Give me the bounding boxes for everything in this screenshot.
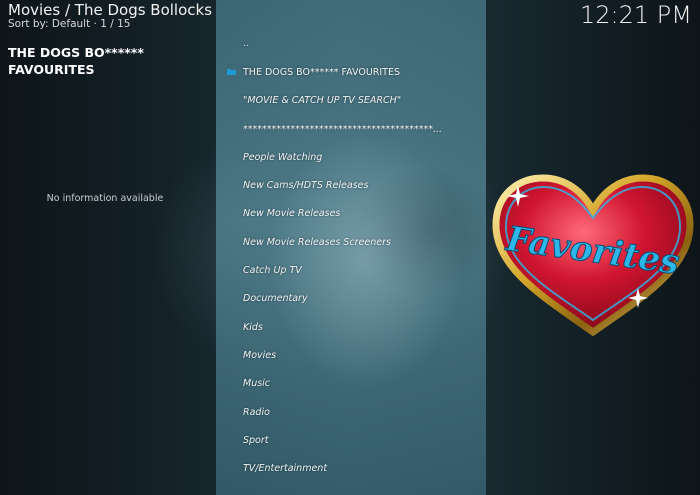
selected-item-title-line1: THE DOGS BO****** bbox=[8, 45, 144, 60]
favorites-heart-artwork: Favorites bbox=[492, 174, 694, 337]
list-item-label: THE DOGS BO****** FAVOURITES bbox=[243, 66, 401, 78]
list-item-new-movie-screeners[interactable]: New Movie Releases Screeners bbox=[216, 228, 486, 256]
info-panel: THE DOGS BO****** FAVOURITES No informat… bbox=[0, 34, 216, 495]
list-item-label: Sport bbox=[243, 434, 269, 446]
list-item-people-watching[interactable]: People Watching bbox=[216, 143, 486, 171]
list-item-tv-entertainment[interactable]: TV/Entertainment bbox=[216, 454, 486, 482]
page-title: Movies / The Dogs Bollocks bbox=[8, 1, 213, 19]
list-item-new-movie-releases[interactable]: New Movie Releases bbox=[216, 200, 486, 228]
list-item-label: New Cams/HDTS Releases bbox=[243, 180, 369, 192]
list-item-label: ****************************************… bbox=[243, 123, 443, 135]
list-item-sport[interactable]: Sport bbox=[216, 426, 486, 454]
folder-icon bbox=[227, 69, 236, 76]
list-item-label: Movies bbox=[243, 349, 277, 361]
list-item-radio[interactable]: Radio bbox=[216, 398, 486, 426]
list-item-parent-folder[interactable]: .. bbox=[216, 30, 486, 58]
list-item-label: .. bbox=[243, 39, 249, 50]
list-item-label: Catch Up TV bbox=[243, 265, 302, 277]
list-item-label: TV/Entertainment bbox=[243, 463, 328, 475]
no-info-text: No information available bbox=[46, 193, 164, 204]
file-list-panel: .. THE DOGS BO****** FAVOURITES "MOVIE &… bbox=[216, 0, 486, 495]
sort-info: Sort by: Default · 1 / 15 bbox=[8, 18, 131, 30]
list-item-label: New Movie Releases Screeners bbox=[243, 236, 391, 248]
list-item-label: Kids bbox=[243, 321, 263, 333]
list-item-documentary[interactable]: Documentary bbox=[216, 285, 486, 313]
list-item-new-cams[interactable]: New Cams/HDTS Releases bbox=[216, 171, 486, 199]
list-item-favourites[interactable]: THE DOGS BO****** FAVOURITES bbox=[216, 58, 486, 86]
list-item-search[interactable]: "MOVIE & CATCH UP TV SEARCH" bbox=[216, 87, 486, 115]
list-item-label: People Watching bbox=[243, 151, 323, 163]
list-item-label: Music bbox=[243, 378, 271, 390]
selected-item-title: THE DOGS BO****** FAVOURITES bbox=[8, 44, 208, 78]
selected-item-title-line2: FAVOURITES bbox=[8, 62, 95, 77]
list-item-music[interactable]: Music bbox=[216, 370, 486, 398]
list-item-movies[interactable]: Movies bbox=[216, 341, 486, 369]
list-item-catch-up-tv[interactable]: Catch Up TV bbox=[216, 256, 486, 284]
clock: 12:21 PM bbox=[580, 1, 692, 29]
list-item-label: New Movie Releases bbox=[243, 208, 341, 220]
list-item-label: Documentary bbox=[243, 293, 308, 305]
list-item-label: "MOVIE & CATCH UP TV SEARCH" bbox=[243, 95, 402, 107]
list-item-kids[interactable]: Kids bbox=[216, 313, 486, 341]
list-item-label: Radio bbox=[243, 406, 270, 418]
list-item-separator[interactable]: ****************************************… bbox=[216, 115, 486, 143]
file-list: .. THE DOGS BO****** FAVOURITES "MOVIE &… bbox=[216, 30, 486, 483]
